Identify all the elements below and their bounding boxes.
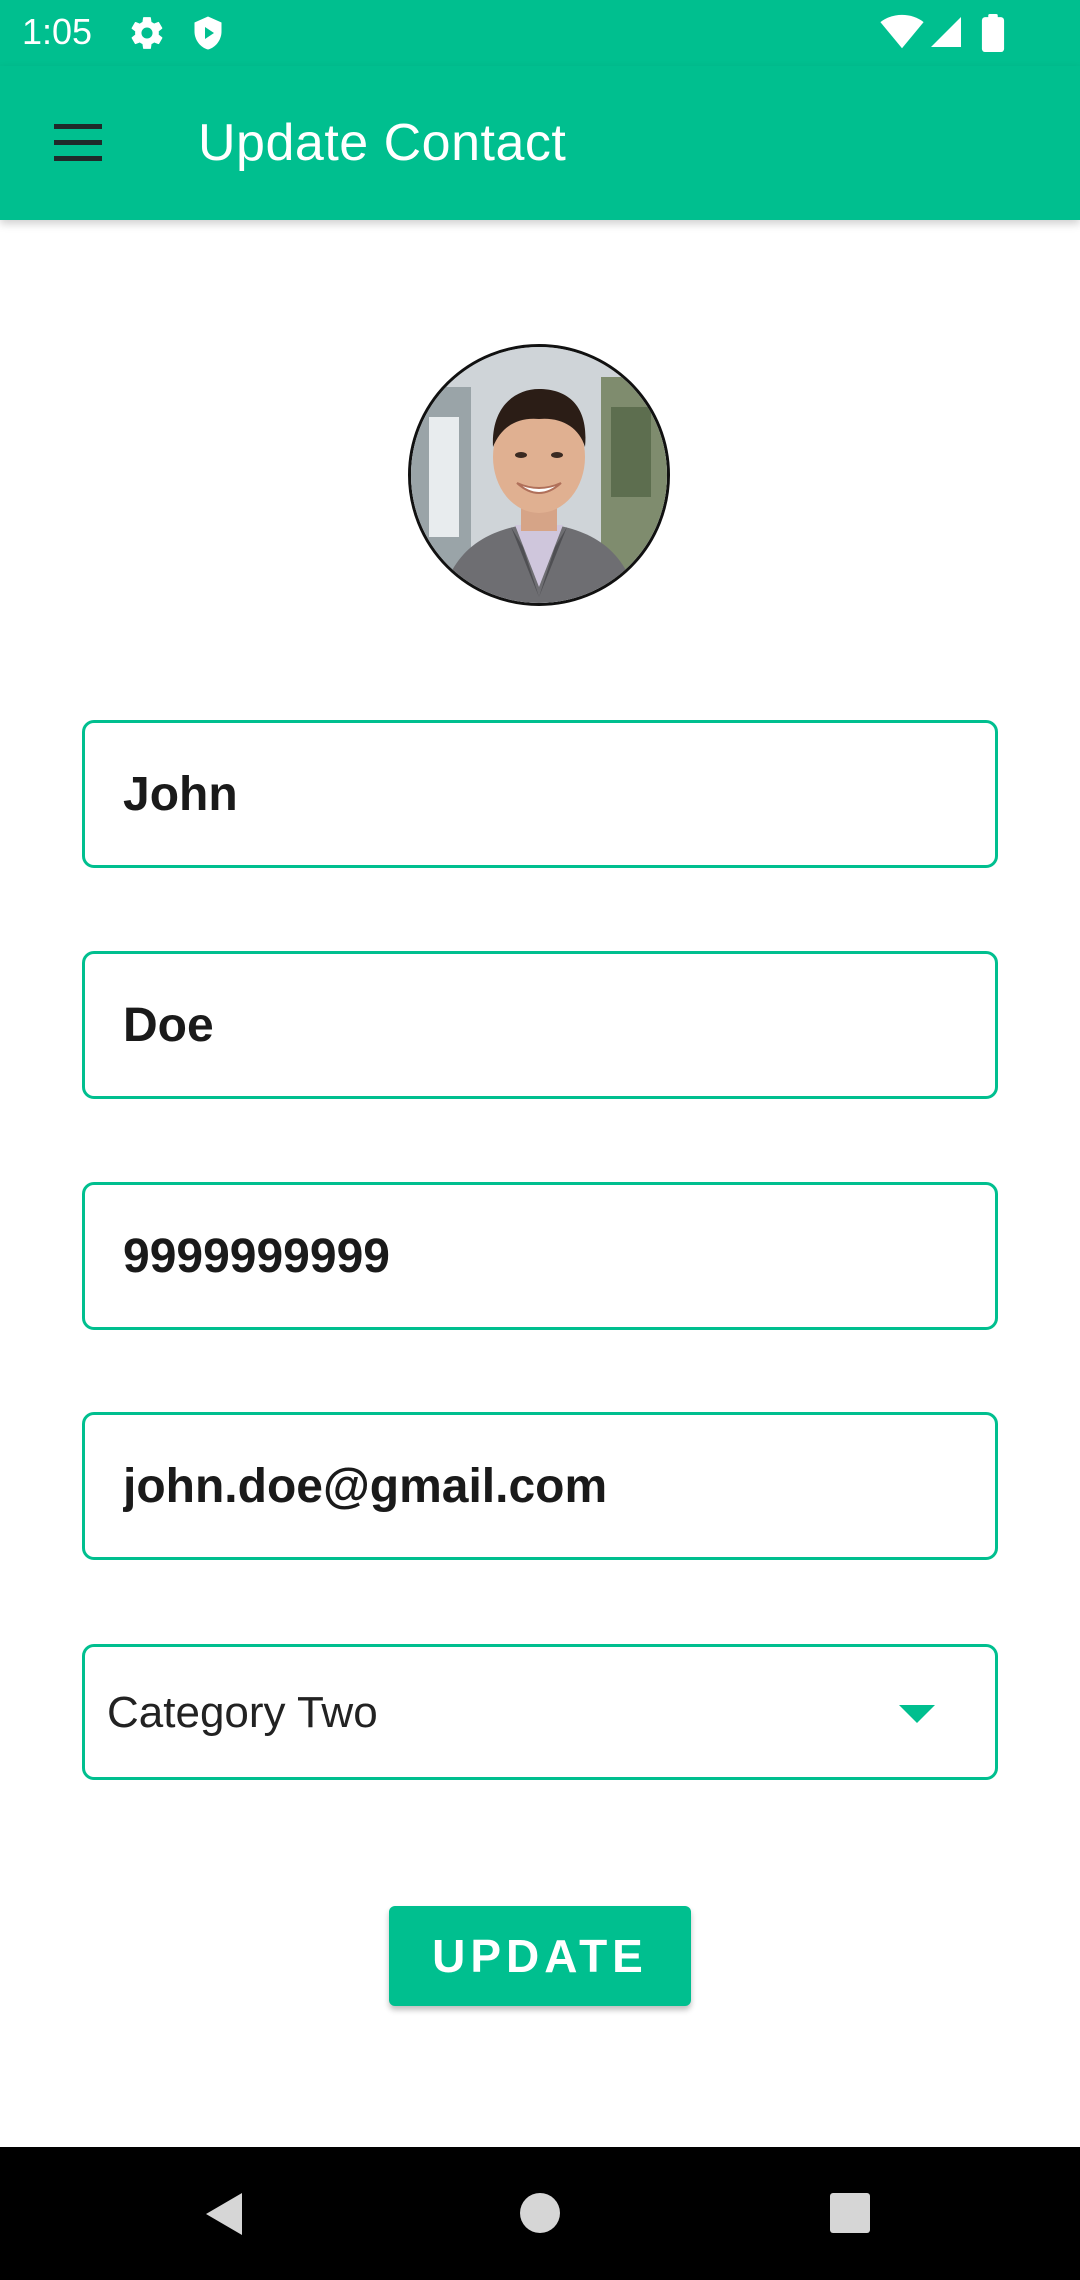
- home-icon[interactable]: [518, 2191, 562, 2235]
- signal-icon: [931, 17, 961, 47]
- app-bar: Update Contact: [0, 66, 1080, 220]
- dropdown-arrow-icon[interactable]: [897, 1703, 937, 1725]
- recents-icon[interactable]: [828, 2191, 872, 2235]
- shield-icon: [194, 16, 222, 50]
- first-name-input[interactable]: [123, 723, 963, 865]
- category-dropdown[interactable]: Category Two: [82, 1644, 998, 1780]
- category-selected-value: Category Two: [107, 1688, 378, 1737]
- back-icon[interactable]: [200, 2189, 248, 2239]
- phone-field[interactable]: [82, 1182, 998, 1330]
- last-name-field[interactable]: [82, 951, 998, 1099]
- phone-input[interactable]: [123, 1185, 963, 1327]
- update-button[interactable]: UPDATE: [389, 1906, 691, 2006]
- email-input[interactable]: [123, 1415, 963, 1557]
- first-name-field[interactable]: [82, 720, 998, 868]
- contact-photo: [411, 347, 667, 603]
- wifi-icon: [880, 14, 924, 49]
- email-field[interactable]: [82, 1412, 998, 1560]
- status-time: 1:05: [22, 11, 93, 52]
- last-name-input[interactable]: [123, 954, 963, 1096]
- status-bar: 1:05: [0, 0, 1080, 66]
- gear-icon: [131, 17, 163, 49]
- battery-icon: [981, 14, 1005, 52]
- update-contact-screen: 1:05 Update Contact John Doe 9999999999 …: [0, 0, 1080, 2280]
- navigation-bar: [0, 2147, 1080, 2280]
- contact-avatar[interactable]: [408, 344, 670, 606]
- page-title: Update Contact: [198, 114, 567, 172]
- hamburger-menu-icon[interactable]: [48, 116, 108, 170]
